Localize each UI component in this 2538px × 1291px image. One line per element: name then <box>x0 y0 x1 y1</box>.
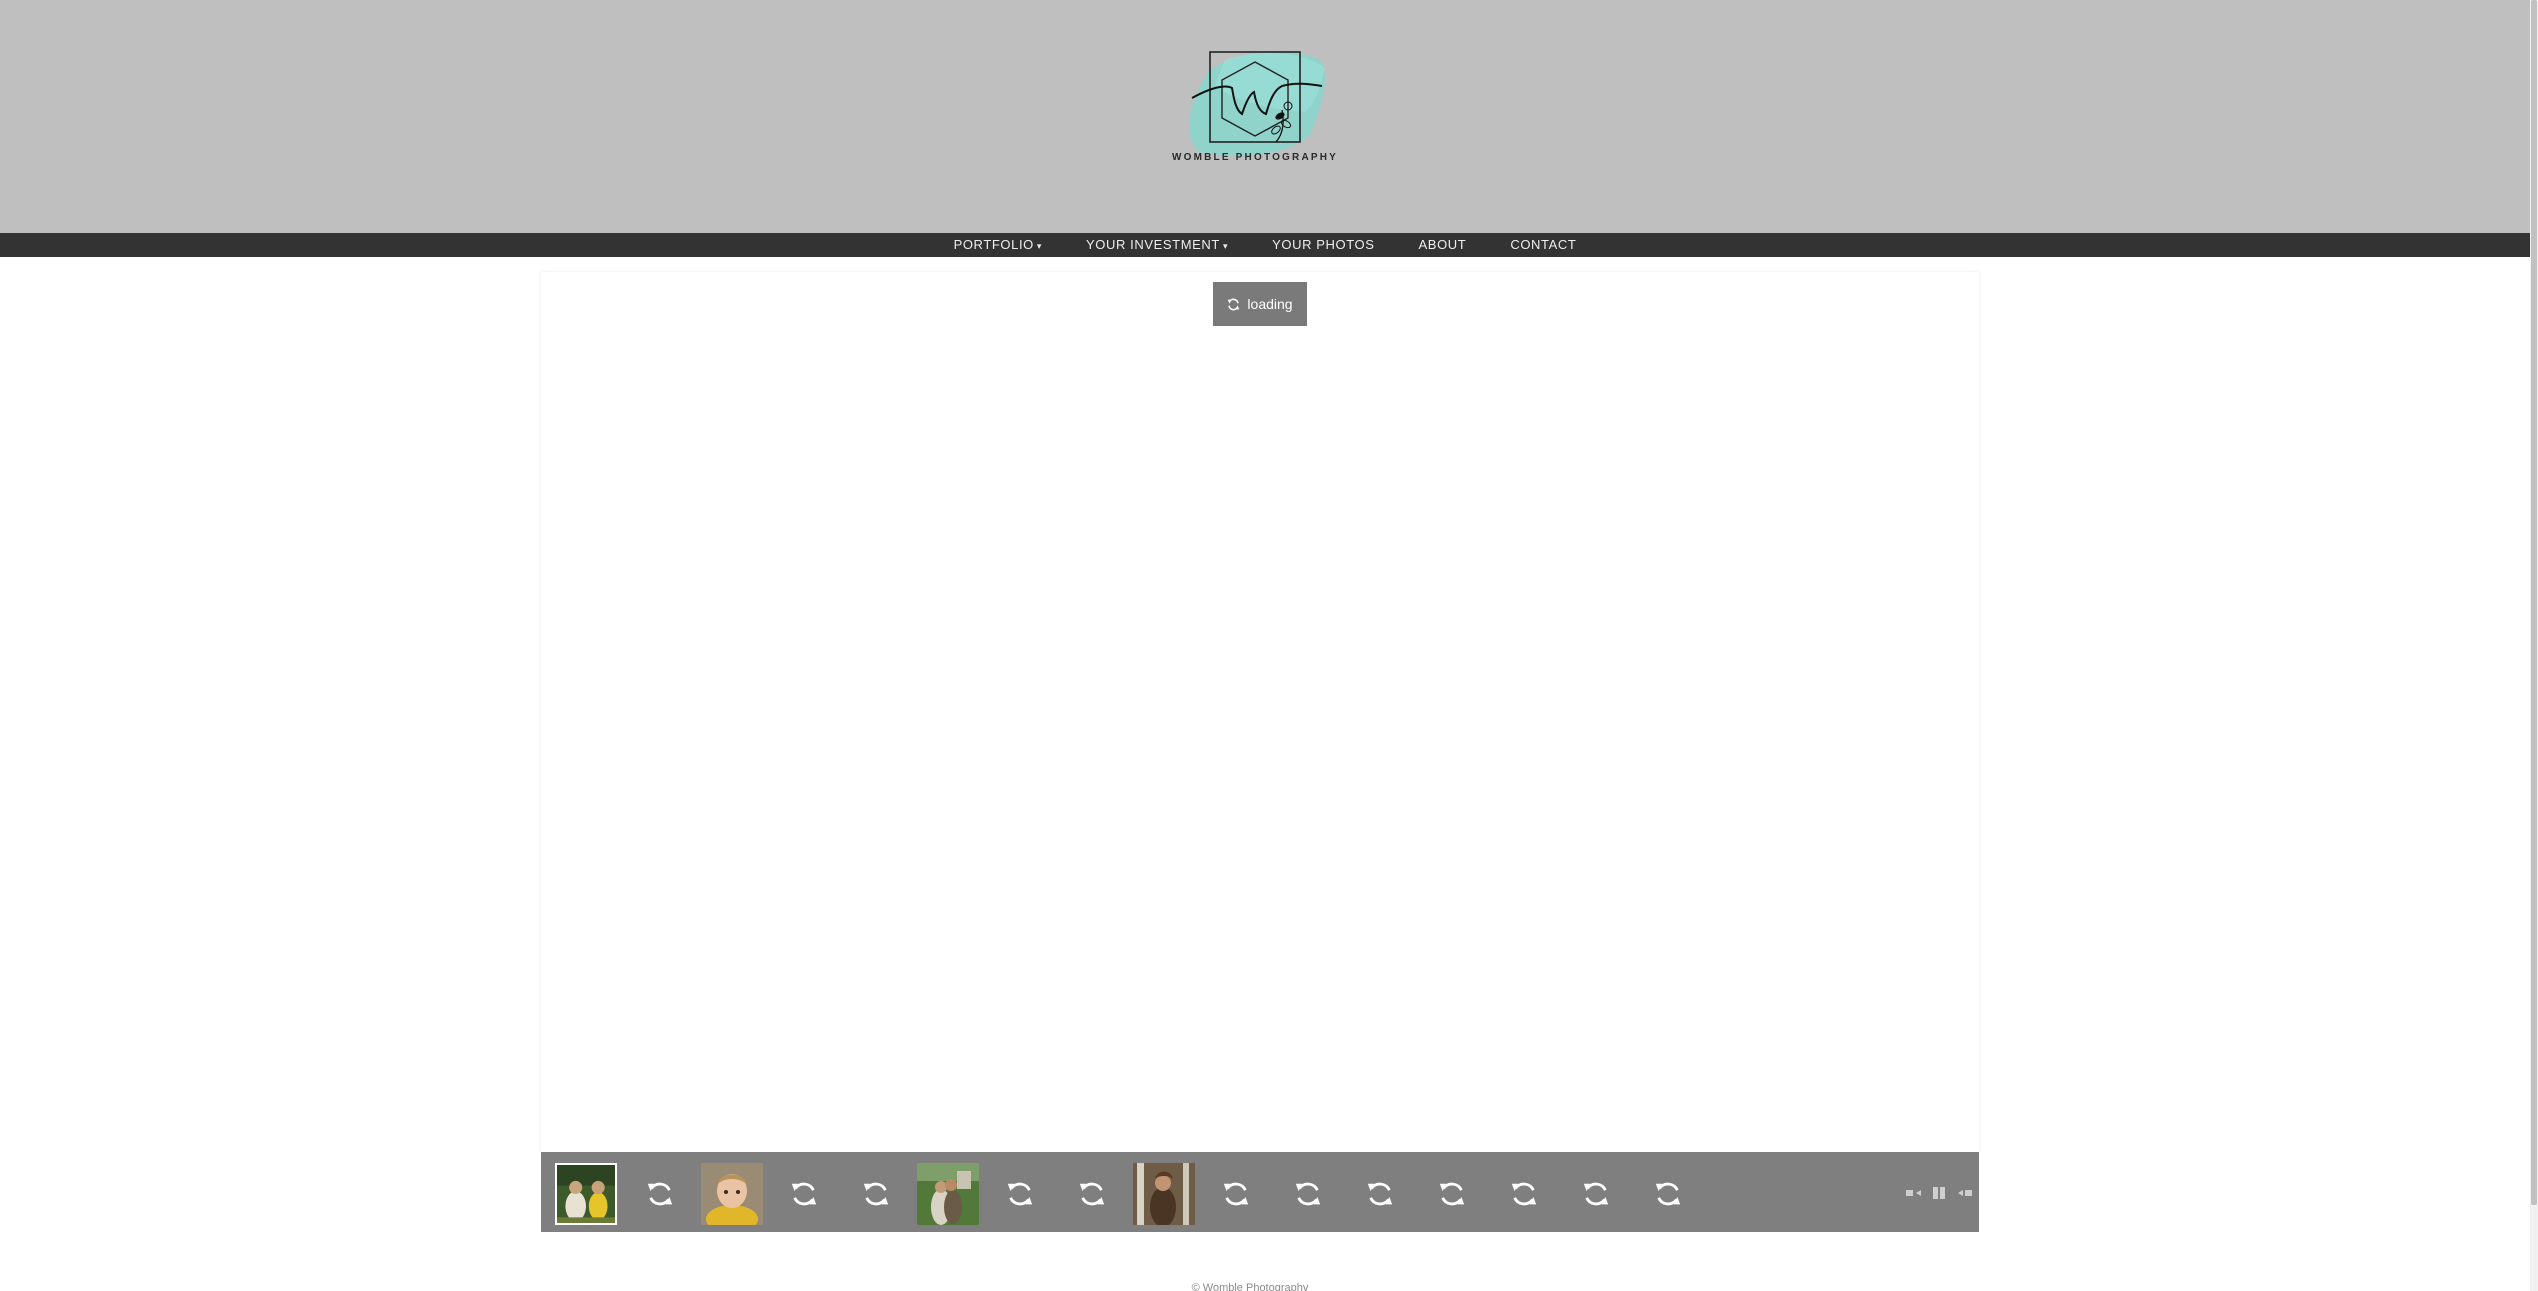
nav-about[interactable]: ABOUT <box>1397 233 1489 257</box>
refresh-icon <box>791 1182 817 1206</box>
thumbnail-loading[interactable] <box>1507 1177 1541 1211</box>
scrollbar-thumb[interactable] <box>2531 0 2537 1205</box>
prev-icon <box>1906 1190 1921 1196</box>
site-header: WOMBLE PHOTOGRAPHY <box>0 0 2538 233</box>
nav-your-investment-label: YOUR INVESTMENT <box>1086 237 1220 252</box>
refresh-icon <box>1583 1182 1609 1206</box>
caret-down-icon: ▾ <box>1036 241 1042 251</box>
nav-portfolio-label: PORTFOLIO <box>953 237 1034 252</box>
thumbnail-photo[interactable] <box>917 1163 979 1225</box>
brand-name: WOMBLE PHOTOGRAPHY <box>1171 152 1339 163</box>
refresh-icon <box>1367 1182 1393 1206</box>
footer-text: © Womble Photography <box>1191 1282 1309 1291</box>
main-nav: PORTFOLIO ▾ YOUR INVESTMENT ▾ YOUR PHOTOS … <box>0 233 2530 257</box>
nav-contact[interactable]: CONTACT <box>1488 233 1598 257</box>
slideshow-viewer[interactable] <box>541 272 1979 1152</box>
next-button[interactable] <box>1955 1187 1973 1199</box>
refresh-icon <box>1511 1182 1537 1206</box>
thumbnail-loading[interactable] <box>1219 1177 1253 1211</box>
caret-down-icon: ▾ <box>1222 241 1229 251</box>
refresh-icon <box>1655 1182 1681 1206</box>
nav-your-photos-label: YOUR PHOTOS <box>1272 237 1375 252</box>
thumbnail-photo[interactable] <box>1133 1163 1195 1225</box>
refresh-icon <box>1079 1182 1105 1206</box>
refresh-icon <box>1295 1182 1321 1206</box>
thumbnail-loading[interactable] <box>1363 1177 1397 1211</box>
loading-label: loading <box>1247 296 1293 312</box>
nav-contact-label: CONTACT <box>1510 237 1577 252</box>
thumbnail-strip <box>541 1152 1979 1232</box>
refresh-icon <box>1439 1182 1465 1206</box>
nav-portfolio[interactable]: PORTFOLIO ▾ <box>932 233 1064 257</box>
thumbnail-loading[interactable] <box>1651 1177 1685 1211</box>
thumbnail-loading[interactable] <box>1291 1177 1325 1211</box>
thumbnail-loading[interactable] <box>1435 1177 1469 1211</box>
refresh-icon <box>1007 1182 1033 1206</box>
thumbnail-loading[interactable] <box>1075 1177 1109 1211</box>
brand-logo[interactable] <box>1170 40 1340 170</box>
prev-button[interactable] <box>1906 1187 1924 1199</box>
nav-your-photos[interactable]: YOUR PHOTOS <box>1250 233 1396 257</box>
pause-icon <box>1933 1187 1945 1199</box>
thumbnail-loading[interactable] <box>643 1177 677 1211</box>
nav-about-label: ABOUT <box>1418 237 1467 252</box>
thumbnail-loading[interactable] <box>1579 1177 1613 1211</box>
refresh-icon <box>1228 298 1240 310</box>
loading-indicator: loading <box>1213 282 1307 326</box>
next-icon <box>1958 1190 1972 1196</box>
thumbnail-loading[interactable] <box>1003 1177 1037 1211</box>
thumbnail-loading[interactable] <box>787 1177 821 1211</box>
refresh-icon <box>647 1182 673 1206</box>
thumbnail-photo[interactable] <box>555 1163 617 1225</box>
pause-button[interactable] <box>1932 1187 1946 1199</box>
refresh-icon <box>863 1182 889 1206</box>
thumbnail-photo[interactable] <box>701 1163 763 1225</box>
thumbnail-loading[interactable] <box>859 1177 893 1211</box>
nav-your-investment[interactable]: YOUR INVESTMENT ▾ <box>1064 233 1250 257</box>
refresh-icon <box>1223 1182 1249 1206</box>
